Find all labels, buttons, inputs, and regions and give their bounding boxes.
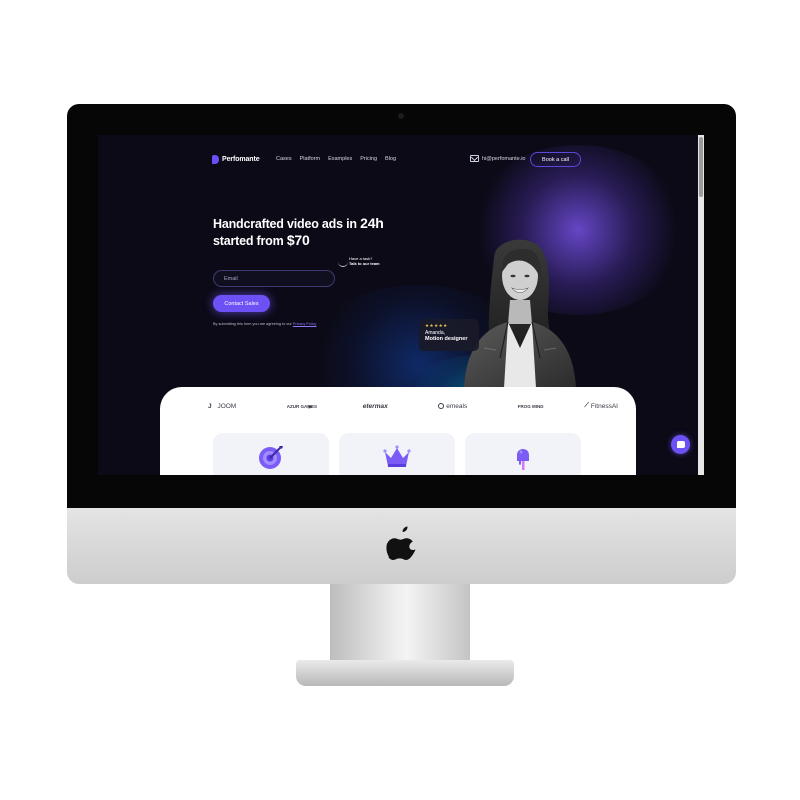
nav-link-blog[interactable]: Blog	[385, 156, 396, 162]
email-address: hi@perfomante.io	[482, 155, 526, 162]
client-logo-emeals: emeals	[438, 403, 467, 410]
crown-icon	[383, 445, 411, 467]
hint-arrow-icon	[338, 262, 348, 267]
feature-card-creative[interactable]	[465, 433, 581, 475]
apple-logo-icon	[386, 526, 416, 560]
logo-text: Perfomante	[222, 156, 260, 163]
hero-title-line1-highlight: 24h	[360, 215, 384, 231]
nav-link-platform[interactable]: Platform	[300, 156, 320, 162]
target-icon	[259, 446, 283, 469]
client-name-emeals: emeals	[446, 402, 468, 410]
hero-title-line1-prefix: Handcrafted video ads in	[213, 217, 361, 231]
email-link[interactable]: hi@perfomante.io	[470, 155, 526, 162]
emeals-mark-icon	[438, 403, 445, 409]
contact-sales-button[interactable]: Contact Sales	[213, 295, 270, 312]
chat-widget-button[interactable]	[671, 435, 690, 454]
motion-designer-portrait	[464, 239, 576, 388]
page-scrollbar[interactable]	[698, 135, 704, 475]
client-logo-joom: J JOOM	[208, 402, 237, 410]
hero-title-line2-prefix: started from	[213, 234, 287, 248]
main-nav: Cases Platform Examples Pricing Blog	[276, 156, 396, 162]
clients-card: J JOOM AZUR GAMES ▶ etermax emeals FROG M…	[160, 387, 636, 475]
nav-link-examples[interactable]: Examples	[328, 156, 352, 162]
client-logo-frog-mind: FROG MIND	[517, 403, 544, 409]
client-name-azur: AZUR GAMES	[286, 403, 318, 409]
fitnessai-mark-icon: ⟋	[584, 402, 589, 409]
hint-line2: Talk to our team	[349, 261, 380, 266]
browser-screen: Perfomante Cases Platform Examples Prici…	[98, 135, 704, 475]
popsicle-icon	[517, 449, 529, 470]
monitor-stand-neck	[330, 584, 470, 662]
feature-card-targeting[interactable]	[213, 433, 329, 475]
client-logo-azur-games: AZUR GAMES ▶	[286, 403, 318, 409]
nav-link-cases[interactable]: Cases	[276, 156, 292, 162]
logo-mark-icon	[212, 155, 219, 164]
talk-to-team-hint: Have a task? Talk to our team	[349, 256, 380, 266]
review-badge: ★★★★★ Amanda, Motion designer	[419, 319, 479, 351]
email-input[interactable]	[213, 270, 335, 287]
disclaimer-text: By submitting this form you are agreeing…	[213, 322, 293, 326]
chat-bubble-icon	[676, 441, 685, 448]
book-call-button[interactable]: Book a call	[530, 152, 581, 167]
camera-icon	[398, 113, 404, 119]
client-name-fitnessai: FitnessAI	[590, 402, 618, 410]
rating-stars: ★★★★★	[425, 323, 448, 328]
mail-icon	[470, 155, 479, 162]
azur-arrow-icon: ▶	[308, 403, 313, 409]
site-logo[interactable]: Perfomante	[212, 155, 260, 164]
monitor-stand-foot	[296, 660, 514, 686]
form-disclaimer: By submitting this form you are agreeing…	[213, 322, 316, 326]
nav-link-pricing[interactable]: Pricing	[360, 156, 377, 162]
reviewer-role: Motion designer	[425, 336, 468, 342]
hero-title: Handcrafted video ads in 24h started fro…	[213, 215, 413, 249]
client-logos: J JOOM AZUR GAMES ▶ etermax emeals FROG M…	[208, 402, 618, 410]
privacy-policy-link[interactable]: Privacy Policy	[293, 322, 317, 326]
client-name-joom: JOOM	[217, 402, 237, 410]
feature-card-quality[interactable]	[339, 433, 455, 475]
hero-title-line2-highlight: $70	[286, 232, 310, 248]
client-logo-etermax: etermax	[362, 402, 388, 410]
client-name-frog: FROG MIND	[517, 403, 544, 409]
client-logo-fitnessai: ⟋ FitnessAI	[584, 402, 618, 410]
scrollbar-thumb[interactable]	[699, 137, 703, 197]
